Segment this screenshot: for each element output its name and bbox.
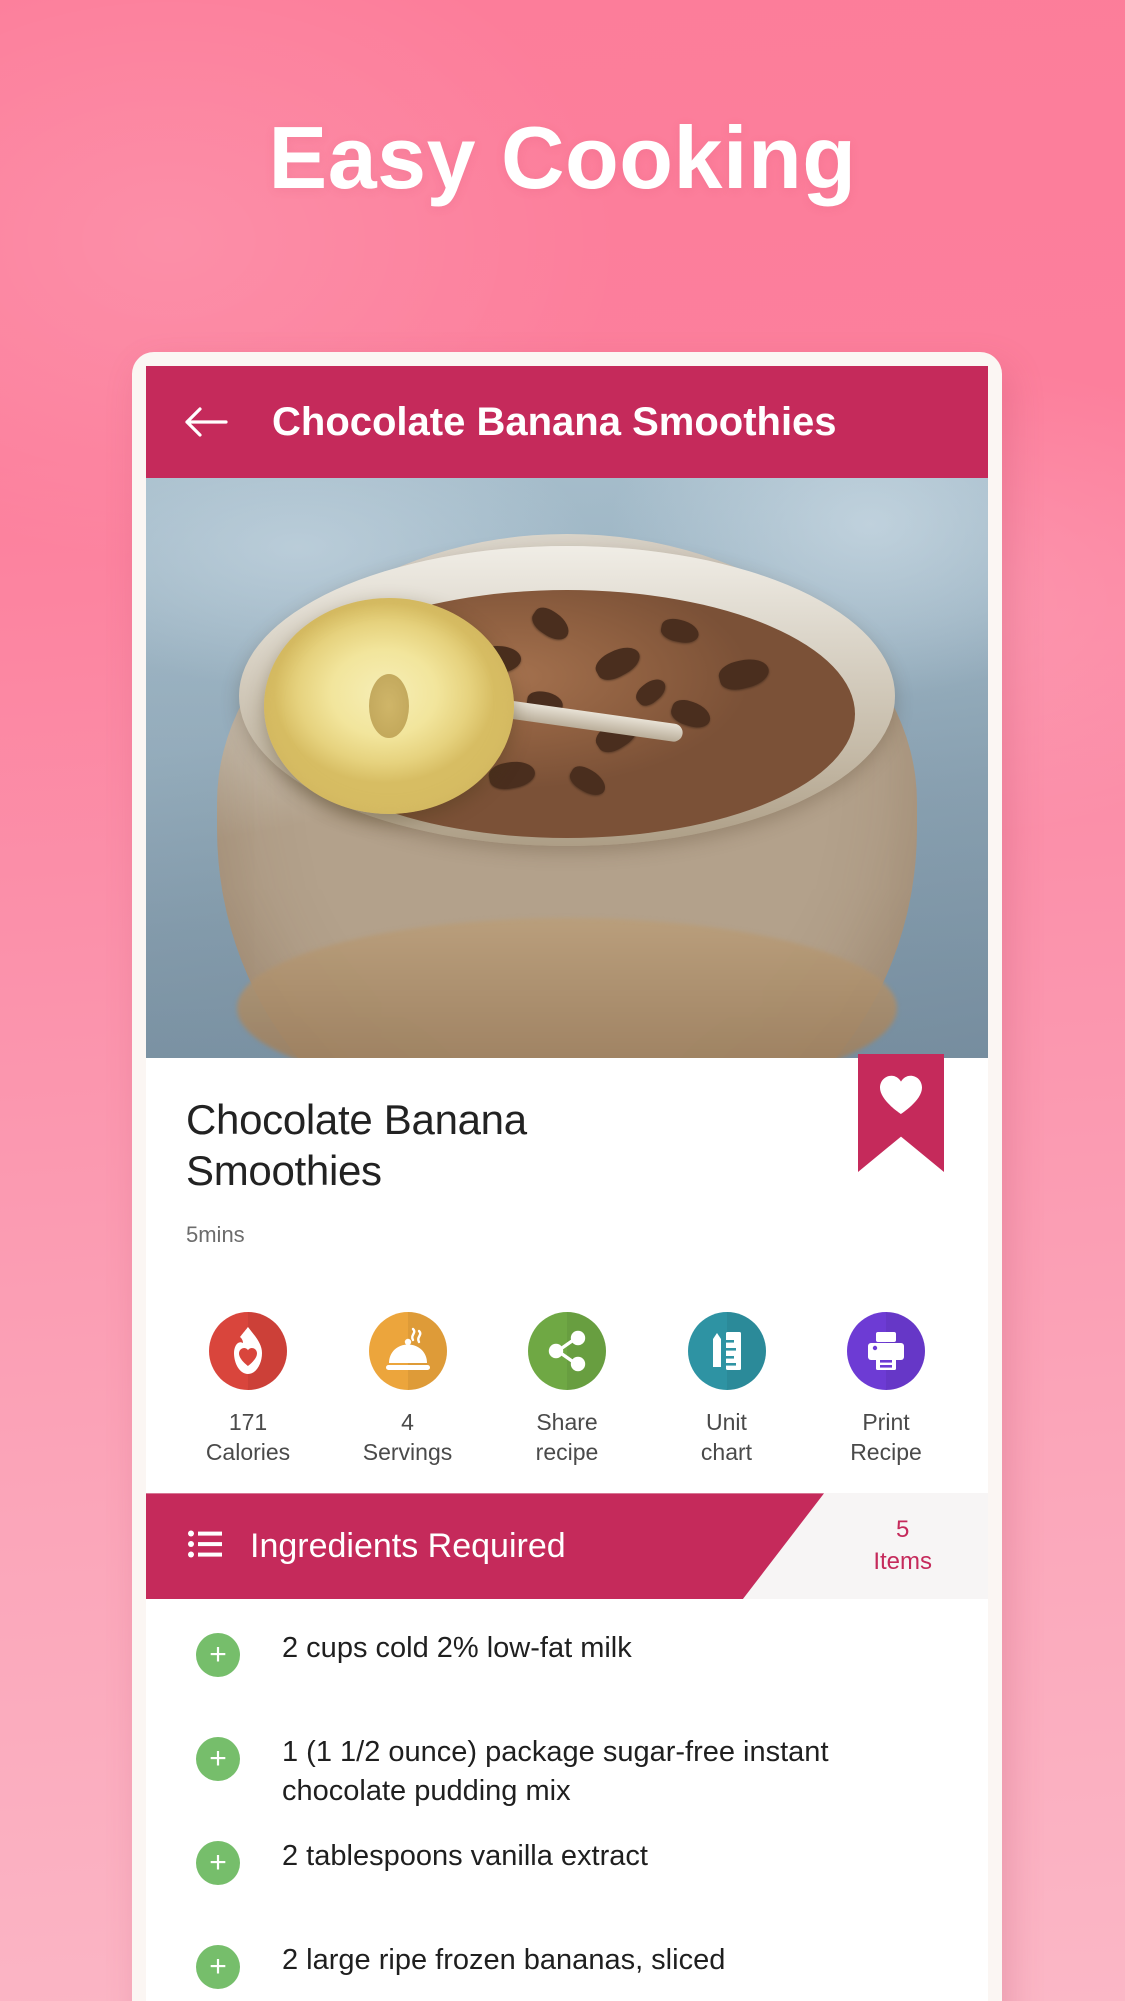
unit-chart-action[interactable]: Unit chart xyxy=(667,1312,787,1467)
print-caption: Print Recipe xyxy=(850,1408,922,1467)
list-item[interactable]: + 2 large ripe frozen bananas, sliced xyxy=(146,1941,988,2001)
share-recipe-action[interactable]: Share recipe xyxy=(507,1312,627,1467)
print-value: Print xyxy=(862,1409,910,1436)
ingredient-text: 1 (1 1/2 ounce) package sugar-free insta… xyxy=(282,1736,829,1807)
unit-chart-value: Unit xyxy=(706,1409,747,1436)
share-icon xyxy=(528,1312,606,1391)
app-bar: Chocolate Banana Smoothies xyxy=(146,366,988,478)
share-caption: Share recipe xyxy=(536,1408,599,1467)
servings-value: 4 xyxy=(401,1409,414,1436)
heart-icon xyxy=(878,1074,924,1116)
back-arrow-icon[interactable] xyxy=(182,398,230,446)
calories-action[interactable]: 171 Calories xyxy=(188,1312,308,1467)
ingredients-count-value: 5 xyxy=(895,1515,910,1543)
recipe-time: 5mins xyxy=(186,1222,245,1248)
list-item[interactable]: + 2 tablespoons vanilla extract xyxy=(146,1837,988,1919)
add-ingredient-icon[interactable]: + xyxy=(196,1841,240,1886)
add-ingredient-icon[interactable]: + xyxy=(196,1633,240,1678)
promo-screenshot: Easy Cooking Chocolate Banana Smoothies xyxy=(0,0,1125,2001)
ingredients-header: Ingredients Required 5 Items xyxy=(146,1493,988,1600)
ingredients-header-bar: Ingredients Required xyxy=(146,1493,824,1600)
add-ingredient-icon[interactable]: + xyxy=(196,1737,240,1782)
unit-chart-label: chart xyxy=(700,1438,753,1465)
servings-label: Servings xyxy=(362,1438,453,1465)
ingredients-count: 5 Items xyxy=(873,1493,932,1599)
ruler-icon xyxy=(687,1312,766,1391)
ingredients-title: Ingredients Required xyxy=(250,1526,566,1565)
app-bar-title: Chocolate Banana Smoothies xyxy=(272,399,837,444)
calories-caption: 171 Calories xyxy=(206,1408,290,1467)
flame-heart-icon xyxy=(209,1312,287,1391)
calories-label: Calories xyxy=(205,1438,291,1465)
recipe-hero-image xyxy=(146,478,988,1058)
list-item[interactable]: + 2 cups cold 2% low-fat milk xyxy=(146,1629,988,1711)
printer-icon xyxy=(847,1312,925,1391)
print-label: Recipe xyxy=(850,1438,922,1465)
share-value: Share xyxy=(536,1409,598,1436)
app-viewport: Chocolate Banana Smoothies Chocolate Ban… xyxy=(146,366,988,2001)
cloche-icon xyxy=(368,1312,447,1391)
favorite-bookmark-button[interactable] xyxy=(858,1054,944,1172)
ingredient-text: 2 tablespoons vanilla extract xyxy=(282,1840,648,1873)
page-title: Easy Cooking xyxy=(268,108,857,207)
unit-chart-caption: Unit chart xyxy=(701,1408,752,1467)
list-icon xyxy=(188,1530,222,1563)
add-ingredient-icon[interactable]: + xyxy=(196,1945,240,1990)
ingredient-text: 2 cups cold 2% low-fat milk xyxy=(282,1632,632,1665)
phone-mockup-frame: Chocolate Banana Smoothies Chocolate Ban… xyxy=(132,352,1002,2001)
ingredients-list: + 2 cups cold 2% low-fat milk + 1 (1 1/2… xyxy=(146,1599,988,2001)
banana-slice xyxy=(264,598,514,814)
servings-caption: 4 Servings xyxy=(363,1408,452,1467)
ingredients-count-label: Items xyxy=(873,1548,932,1576)
recipe-info: Chocolate Banana Smoothies 5mins xyxy=(146,1054,988,1275)
recipe-action-row: 171 Calories 4 Servings Share recipe Uni… xyxy=(146,1274,988,1480)
calories-value: 171 xyxy=(228,1409,268,1436)
servings-action[interactable]: 4 Servings xyxy=(348,1312,468,1467)
print-recipe-action[interactable]: Print Recipe xyxy=(826,1312,946,1467)
list-item[interactable]: + 1 (1 1/2 ounce) package sugar-free ins… xyxy=(146,1733,988,1815)
ingredient-text: 2 large ripe frozen bananas, sliced xyxy=(282,1944,726,1977)
recipe-title: Chocolate Banana Smoothies xyxy=(186,1096,527,1195)
share-label: recipe xyxy=(535,1438,599,1465)
